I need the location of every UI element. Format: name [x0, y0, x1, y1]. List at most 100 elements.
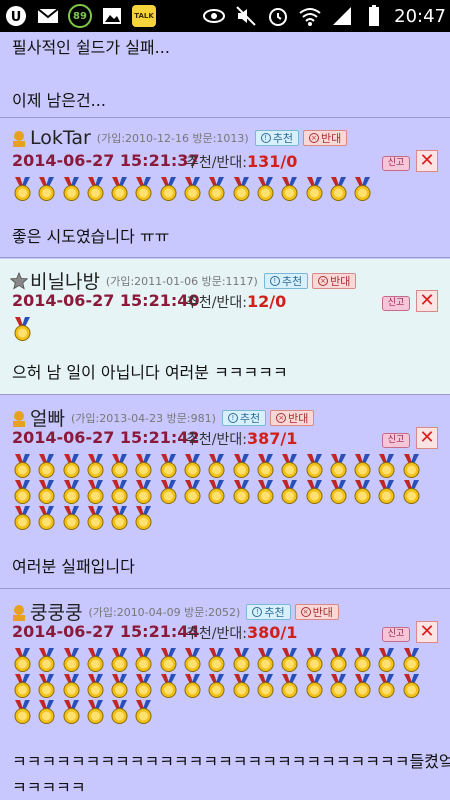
medal-icon: [354, 177, 371, 201]
report-button[interactable]: 신고: [382, 433, 410, 448]
medal-icon: [184, 674, 201, 698]
medal-icon: [14, 317, 31, 341]
medal-icon: [160, 454, 177, 478]
delete-button[interactable]: ✕: [416, 621, 438, 643]
recommend-label: 추천: [239, 411, 261, 425]
medal-icon: [208, 674, 225, 698]
oppose-button[interactable]: × 반대: [312, 272, 357, 289]
user-level-icon: [13, 131, 25, 147]
medal-icon: [38, 480, 55, 504]
comment-nickname[interactable]: 비닐나방: [30, 267, 100, 294]
medal-icon: [403, 454, 420, 478]
medal-icon: [233, 480, 250, 504]
u-plus-icon: U: [6, 6, 26, 26]
medal-icon: [160, 177, 177, 201]
medal-icon: [14, 454, 31, 478]
medal-icon: [403, 674, 420, 698]
report-button[interactable]: 신고: [382, 627, 410, 642]
medal-icon: [135, 700, 152, 724]
medal-list: [12, 454, 436, 532]
oppose-button[interactable]: × 반대: [294, 603, 339, 620]
recommend-label: 추천: [281, 274, 303, 288]
medal-icon: [281, 177, 298, 201]
svg-text:U: U: [11, 10, 22, 25]
comment-item: LokTar (가입:2010-12-16 방문:1013) ! 추천 × 반대 2…: [0, 119, 450, 258]
medal-icon: [257, 177, 274, 201]
comment-nickname[interactable]: LokTar: [30, 127, 91, 149]
oppose-label: 반대: [312, 605, 333, 619]
battery-icon: [369, 5, 380, 26]
oppose-icon: ×: [300, 606, 311, 617]
user-level-icon: [13, 410, 25, 427]
medal-icon: [111, 480, 128, 504]
delete-button[interactable]: ✕: [416, 427, 438, 449]
image-icon: [103, 8, 121, 24]
signal-icon: [333, 7, 352, 25]
recommend-button[interactable]: ! 추천: [221, 409, 267, 426]
recommend-button[interactable]: ! 추천: [254, 130, 299, 146]
vote-label: 추천/반대:: [186, 432, 247, 448]
medal-icon: [63, 648, 80, 672]
medal-list: [12, 317, 436, 343]
medal-icon: [330, 648, 347, 672]
medal-icon: [257, 674, 274, 698]
medal-icon: [63, 480, 80, 504]
medal-icon: [330, 480, 347, 504]
medal-icon: [135, 454, 152, 478]
medal-icon: [135, 674, 152, 698]
report-button[interactable]: 신고: [382, 296, 410, 311]
comment-datetime: 2014-06-27 15:21:40: [12, 291, 200, 310]
medal-icon: [208, 454, 225, 478]
medal-icon: [38, 674, 55, 698]
medal-icon: [38, 648, 55, 672]
medal-icon: [160, 674, 177, 698]
medal-icon: [111, 700, 128, 724]
medal-icon: [160, 480, 177, 504]
recommend-button[interactable]: ! 추천: [246, 603, 291, 620]
oppose-button[interactable]: × 반대: [302, 130, 348, 146]
status-bar: U 89 TALK 20:47: [0, 0, 450, 32]
oppose-label: 반대: [288, 411, 309, 425]
medal-icon: [403, 480, 420, 504]
comment-datetime: 2014-06-27 15:21:37: [12, 151, 200, 170]
medal-icon: [378, 454, 395, 478]
medal-icon: [354, 674, 371, 698]
medal-icon: [378, 648, 395, 672]
comment-text-line2: ㅋㅋㅋㅋㅋ: [12, 778, 86, 797]
medal-icon: [135, 648, 152, 672]
medal-icon: [184, 454, 201, 478]
medal-icon: [63, 700, 80, 724]
medal-icon: [111, 674, 128, 698]
medal-icon: [38, 700, 55, 724]
medal-icon: [208, 480, 225, 504]
medal-icon: [257, 480, 274, 504]
report-button[interactable]: 신고: [382, 156, 410, 171]
comment-meta: (가입:2010-12-16 방문:1013): [96, 132, 249, 145]
mute-icon: [236, 6, 256, 26]
medal-icon: [135, 480, 152, 504]
medal-icon: [14, 506, 31, 530]
medal-icon: [111, 648, 128, 672]
medal-icon: [330, 674, 347, 698]
vote-summary: 추천/반대:12/0: [186, 292, 286, 312]
medal-icon: [184, 648, 201, 672]
delete-button[interactable]: ✕: [416, 290, 438, 312]
medal-icon: [378, 480, 395, 504]
medal-icon: [135, 506, 152, 530]
medal-icon: [38, 454, 55, 478]
comment-datetime: 2014-06-27 15:21:42: [12, 428, 200, 447]
comment-nickname[interactable]: 쿵쿵쿵: [30, 598, 82, 625]
comment-nickname[interactable]: 얼빠: [30, 404, 65, 431]
medal-icon: [63, 454, 80, 478]
medal-icon: [233, 674, 250, 698]
comment-text: 여러분 실패입니다: [12, 557, 135, 576]
medal-icon: [233, 454, 250, 478]
vote-summary: 추천/반대:380/1: [186, 623, 297, 643]
post-text-line: 이제 남은건...: [12, 91, 106, 110]
delete-button[interactable]: ✕: [416, 150, 438, 172]
oppose-button[interactable]: × 반대: [270, 409, 315, 426]
medal-icon: [184, 177, 201, 201]
star-level-icon: [10, 271, 28, 290]
recommend-button[interactable]: ! 추천: [263, 272, 309, 289]
vote-label: 추천/반대:: [186, 295, 247, 311]
